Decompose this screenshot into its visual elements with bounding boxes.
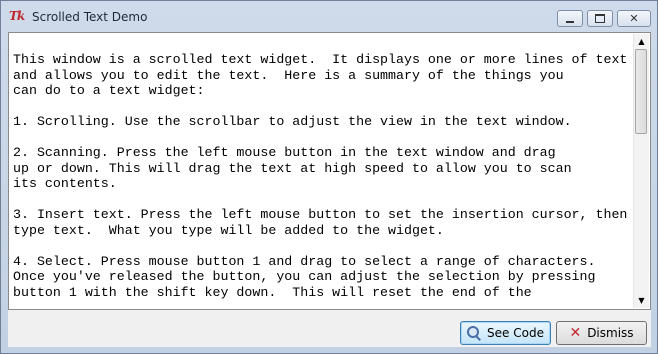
text-line: 2. Scanning. Press the left mouse button… bbox=[13, 145, 556, 160]
close-button[interactable]: ✕ bbox=[617, 10, 651, 27]
text-line bbox=[13, 238, 633, 254]
scrolled-text-frame: This window is a scrolled text widget. I… bbox=[8, 32, 651, 310]
app-window: Tk Scrolled Text Demo ✕ This window is a… bbox=[0, 0, 658, 354]
text-line: up or down. This will drag the text at h… bbox=[13, 160, 572, 176]
text-line: 1. Scrolling. Use the scrollbar to adjus… bbox=[13, 114, 572, 129]
maximize-button[interactable] bbox=[587, 10, 613, 27]
tk-feather-icon: Tk bbox=[9, 9, 25, 23]
text-line: type text. What you type will be added t… bbox=[13, 222, 444, 238]
scrollbar-thumb[interactable] bbox=[635, 49, 647, 134]
dismiss-button[interactable]: ✕ Dismiss bbox=[556, 321, 647, 345]
text-line bbox=[13, 99, 633, 115]
text-line: This window is a scrolled text widget. I… bbox=[13, 52, 628, 67]
client-area: This window is a scrolled text widget. I… bbox=[8, 32, 651, 347]
window-title: Scrolled Text Demo bbox=[32, 10, 148, 24]
text-line: and allows you to edit the text. Here is… bbox=[13, 67, 564, 83]
x-cross-icon: ✕ bbox=[569, 325, 582, 341]
magnifier-icon bbox=[467, 326, 481, 341]
text-line: button 1 with the shift key down. This w… bbox=[13, 284, 532, 300]
minimize-button[interactable] bbox=[557, 10, 583, 27]
text-line: Once you've released the button, you can… bbox=[13, 269, 596, 284]
title-bar[interactable]: Tk Scrolled Text Demo ✕ bbox=[1, 1, 657, 31]
text-line bbox=[13, 192, 633, 208]
text-line: can do to a text widget: bbox=[13, 83, 205, 98]
vertical-scrollbar[interactable]: ▲ ▼ bbox=[633, 34, 649, 308]
minimize-icon bbox=[566, 20, 574, 23]
text-line: its contents. bbox=[13, 176, 117, 191]
scroll-up-arrow-icon[interactable]: ▲ bbox=[634, 34, 649, 49]
text-line bbox=[13, 130, 633, 146]
text-line: 3. Insert text. Press the left mouse but… bbox=[13, 207, 628, 222]
maximize-icon bbox=[595, 14, 605, 23]
scroll-down-arrow-icon[interactable]: ▼ bbox=[634, 293, 649, 308]
text-line: 4. Select. Press mouse button 1 and drag… bbox=[13, 253, 596, 269]
see-code-label: See Code bbox=[487, 326, 544, 340]
text-widget[interactable]: This window is a scrolled text widget. I… bbox=[13, 52, 633, 307]
dismiss-label: Dismiss bbox=[587, 326, 634, 340]
close-icon: ✕ bbox=[629, 12, 639, 25]
see-code-button[interactable]: See Code bbox=[460, 321, 551, 345]
